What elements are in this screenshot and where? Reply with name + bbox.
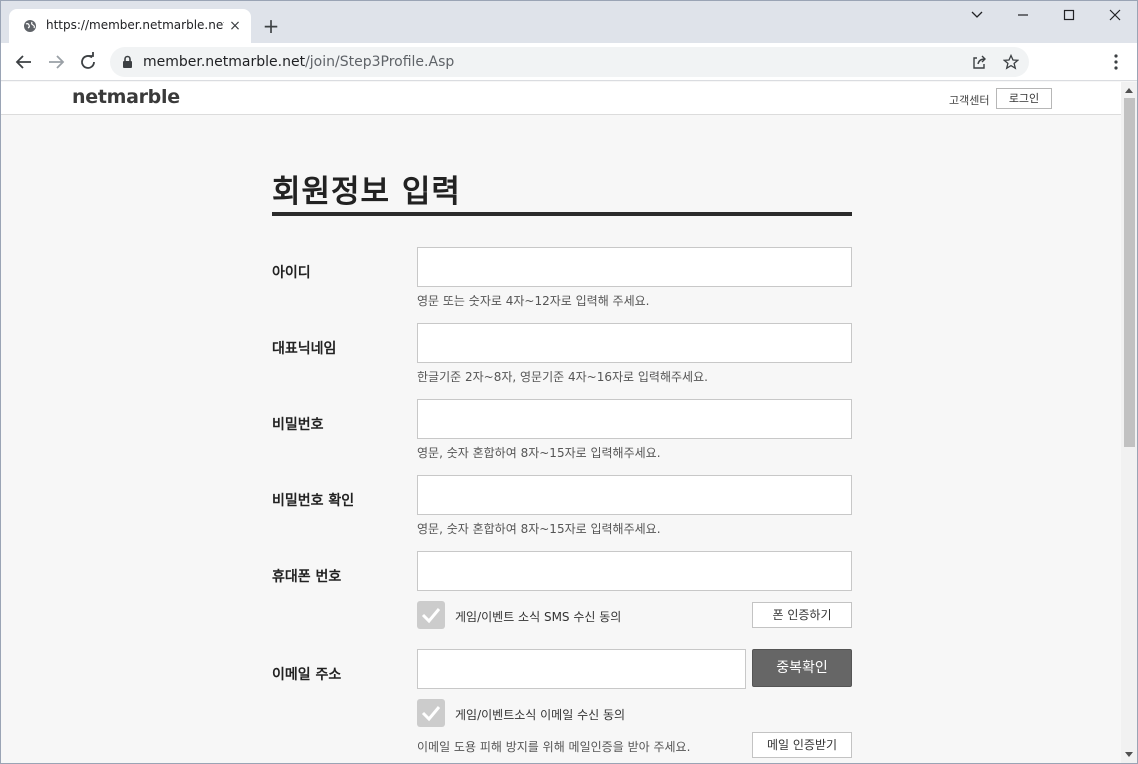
arrow-left-icon [15,55,31,69]
duplicate-check-button[interactable]: 중복확인 [752,649,852,687]
close-window-button[interactable] [1092,5,1137,27]
arrow-right-icon [49,55,65,69]
close-icon [1109,9,1121,21]
checkmark-icon [421,608,441,624]
password-input[interactable] [417,399,852,439]
sms-consent-label[interactable]: 게임/이벤트 소식 SMS 수신 동의 [455,608,621,625]
star-icon[interactable] [1003,54,1019,70]
nickname-hint: 한글기준 2자~8자, 영문기준 4자~16자로 입력해주세요. [417,370,708,384]
maximize-button[interactable] [1046,5,1092,27]
new-tab-button[interactable]: + [259,14,283,38]
back-button[interactable] [13,51,35,73]
password-confirm-hint: 영문, 숫자 혼합하여 8자~15자로 입력해주세요. [417,522,661,536]
id-input[interactable] [417,247,852,287]
scroll-up-arrow-icon[interactable] [1125,88,1133,93]
lock-icon[interactable] [122,55,133,69]
tab-title: https://member.netmarble.net/jo [46,18,224,32]
phone-label: 휴대폰 번호 [272,569,342,585]
share-icon[interactable] [971,54,987,70]
email-hint: 이메일 도용 피해 방지를 위해 메일인증을 받아 주세요. [417,740,691,754]
url-text[interactable]: member.netmarble.net/join/Step3Profile.A… [143,54,454,70]
email-verify-button[interactable]: 메일 인증받기 [752,732,852,758]
minimize-icon [1018,14,1028,16]
browser-toolbar: member.netmarble.net/join/Step3Profile.A… [1,43,1137,81]
scroll-down-arrow-icon[interactable] [1125,752,1133,757]
customer-center-link[interactable]: 고객센터 [949,92,989,108]
password-confirm-label: 비밀번호 확인 [272,493,355,509]
phone-verify-button[interactable]: 폰 인증하기 [752,602,852,628]
close-tab-icon[interactable]: × [227,18,243,34]
checkmark-icon [421,706,441,722]
url-path: /join/Step3Profile.Asp [305,54,455,70]
url-host: member.netmarble.net [143,54,306,70]
scrollbar-thumb[interactable] [1124,98,1135,447]
globe-icon [24,20,36,32]
phone-input[interactable] [417,551,852,591]
address-bar[interactable]: member.netmarble.net/join/Step3Profile.A… [110,47,1029,77]
vertical-scrollbar[interactable] [1121,82,1137,763]
nickname-label: 대표닉네임 [272,341,337,357]
login-button[interactable]: 로그인 [996,88,1052,109]
id-hint: 영문 또는 숫자로 4자~12자로 입력해 주세요. [417,294,650,308]
netmarble-logo[interactable]: netmarble [72,86,180,108]
maximize-icon [1063,9,1075,21]
browser-tab[interactable]: https://member.netmarble.net/jo × [9,9,251,43]
chevron-down-icon [971,11,983,18]
forward-button[interactable] [45,51,67,73]
reload-icon [81,52,95,69]
page-title: 회원정보 입력 [272,174,461,210]
title-divider [272,212,852,216]
sms-consent-checkbox[interactable] [417,601,445,629]
minimize-button[interactable] [1000,5,1046,27]
id-label: 아이디 [272,265,311,281]
more-menu-icon[interactable] [1107,53,1125,71]
email-consent-label[interactable]: 게임/이벤트소식 이메일 수신 동의 [455,706,625,723]
reload-button[interactable] [77,51,99,73]
tab-strip: https://member.netmarble.net/jo × + [1,1,1137,43]
password-label: 비밀번호 [272,417,324,433]
page-viewport: netmarble 고객센터 로그인 회원정보 입력 아이디 영문 또는 숫자로… [1,82,1121,763]
browser-window: https://member.netmarble.net/jo × + memb… [0,0,1138,764]
email-consent-checkbox[interactable] [417,699,445,727]
password-confirm-input[interactable] [417,475,852,515]
email-label: 이메일 주소 [272,667,342,683]
site-header: netmarble 고객센터 로그인 [1,82,1121,115]
email-input[interactable] [417,649,746,689]
nickname-input[interactable] [417,323,852,363]
password-hint: 영문, 숫자 혼합하여 8자~15자로 입력해주세요. [417,446,661,460]
tab-search-button[interactable] [954,5,1000,27]
